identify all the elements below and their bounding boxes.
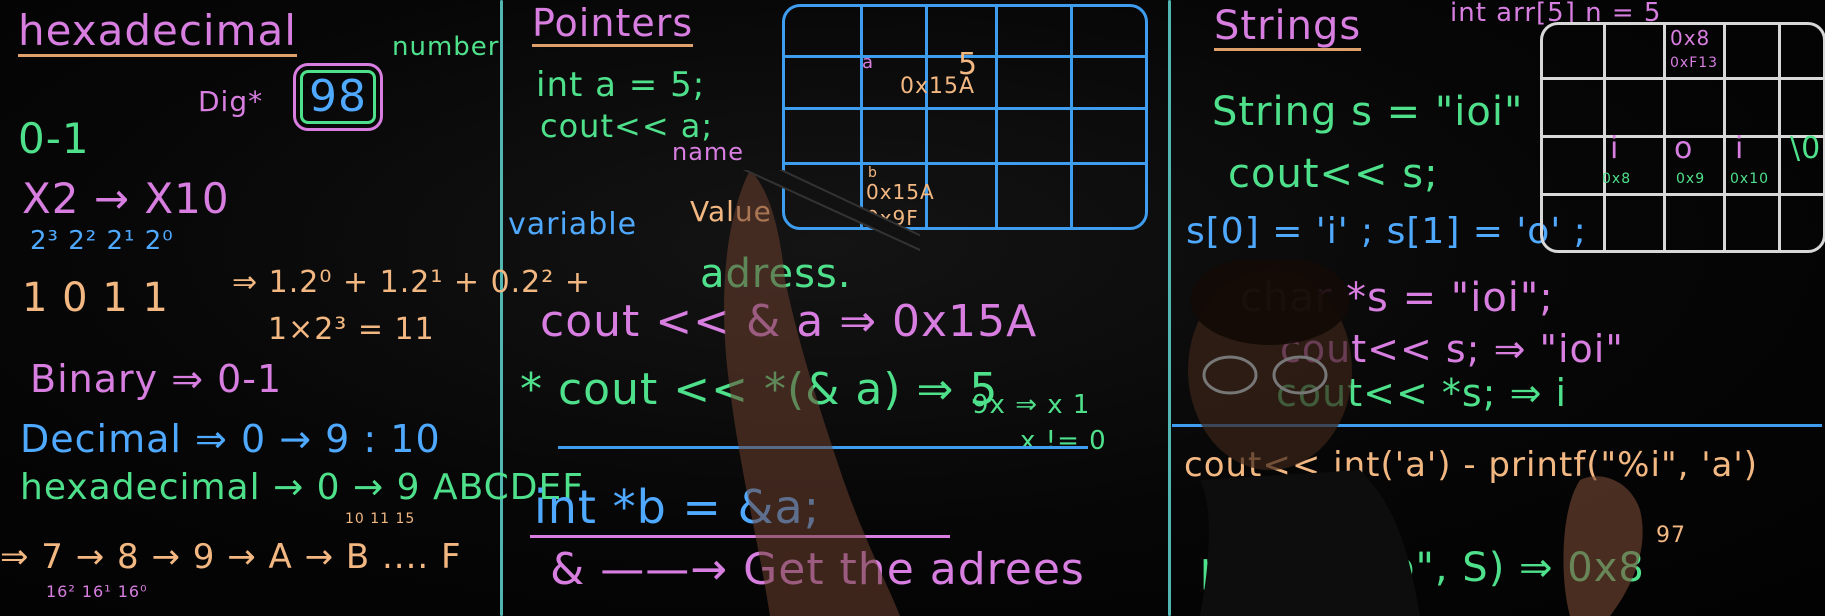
- grid-addr-1: 0x8: [1670, 26, 1711, 50]
- grid-cell-1: o: [1674, 131, 1694, 166]
- string-indexing: s[0] = 'i' ; s[1] = 'o' ;: [1186, 211, 1587, 252]
- base-conversion: X2 → X10: [22, 174, 230, 223]
- number-label: number: [392, 32, 500, 62]
- grid-addr-cell-0: 0x8: [1602, 171, 1632, 187]
- grid-line: [995, 7, 998, 227]
- cell-a: a: [862, 52, 875, 73]
- hex-sequence: ⇒ 7 → 8 → 9 → A → B .... F: [0, 537, 462, 577]
- cout-s: cout<< s;: [1228, 151, 1439, 197]
- grid-line: [785, 162, 1145, 165]
- presenter-silhouette-middle: [724, 170, 920, 616]
- title-hexadecimal: hexadecimal: [18, 6, 297, 57]
- grid-cell-0: i: [1610, 131, 1620, 166]
- variable-label: variable: [508, 207, 638, 242]
- title-strings: Strings: [1214, 3, 1362, 51]
- hex-sequence-powers: 16² 16¹ 16⁰: [46, 582, 148, 601]
- side-note-2: x != 0: [1020, 426, 1107, 456]
- grid-line: [1543, 77, 1823, 80]
- decimal-line: Decimal ⇒ 0 → 9 : 10: [20, 417, 441, 461]
- digits-boxed: 98: [293, 63, 383, 131]
- range-0-1: 0-1: [18, 114, 90, 163]
- panel-divider-left: [500, 0, 503, 616]
- grid-addr-cell-2: 0x10: [1730, 171, 1770, 187]
- side-note: 9x ⇒ x 1: [972, 390, 1091, 420]
- powers-of-two: 2³ 2² 2¹ 2⁰: [30, 226, 174, 256]
- code-int-a: int a = 5;: [536, 65, 706, 105]
- bits: 1 0 1 1: [22, 275, 169, 321]
- cell-addr-1: 0x15A: [900, 74, 976, 99]
- presenter-hand-right: [1563, 476, 1643, 616]
- grid-line: [1603, 25, 1606, 250]
- grid-cell-2: i: [1735, 131, 1745, 166]
- hexadecimal-line: hexadecimal → 0 → 9 ABCDEF: [20, 467, 584, 508]
- hex-small-digits: 10 11 15: [345, 511, 416, 527]
- presenter-silhouette-right: [1188, 260, 1420, 616]
- string-declaration: String s = "ioi": [1212, 89, 1524, 135]
- grid-line: [1070, 7, 1073, 227]
- binary-line: Binary ⇒ 0-1: [30, 357, 283, 401]
- grid-addr-cell-1: 0x9: [1676, 171, 1706, 187]
- grid-line: [1663, 25, 1666, 250]
- grid-line: [1778, 25, 1781, 250]
- grid-line: [1723, 25, 1726, 250]
- glass-board: hexadecimal Dig* 98 number 0-1 X2 → X10 …: [0, 0, 1825, 616]
- name-label: name: [672, 138, 745, 166]
- grid-cell-3: \0: [1790, 131, 1822, 166]
- grid-addr-2: 0xF13: [1670, 55, 1719, 71]
- grid-line: [785, 107, 1145, 110]
- grid-line: [1543, 193, 1823, 196]
- expansion-result: 1×2³ = 11: [268, 312, 435, 347]
- expansion: ⇒ 1.2⁰ + 1.2¹ + 0.2² +: [232, 265, 591, 300]
- title-pointers: Pointers: [532, 1, 694, 47]
- digit-label: Dig*: [198, 85, 264, 118]
